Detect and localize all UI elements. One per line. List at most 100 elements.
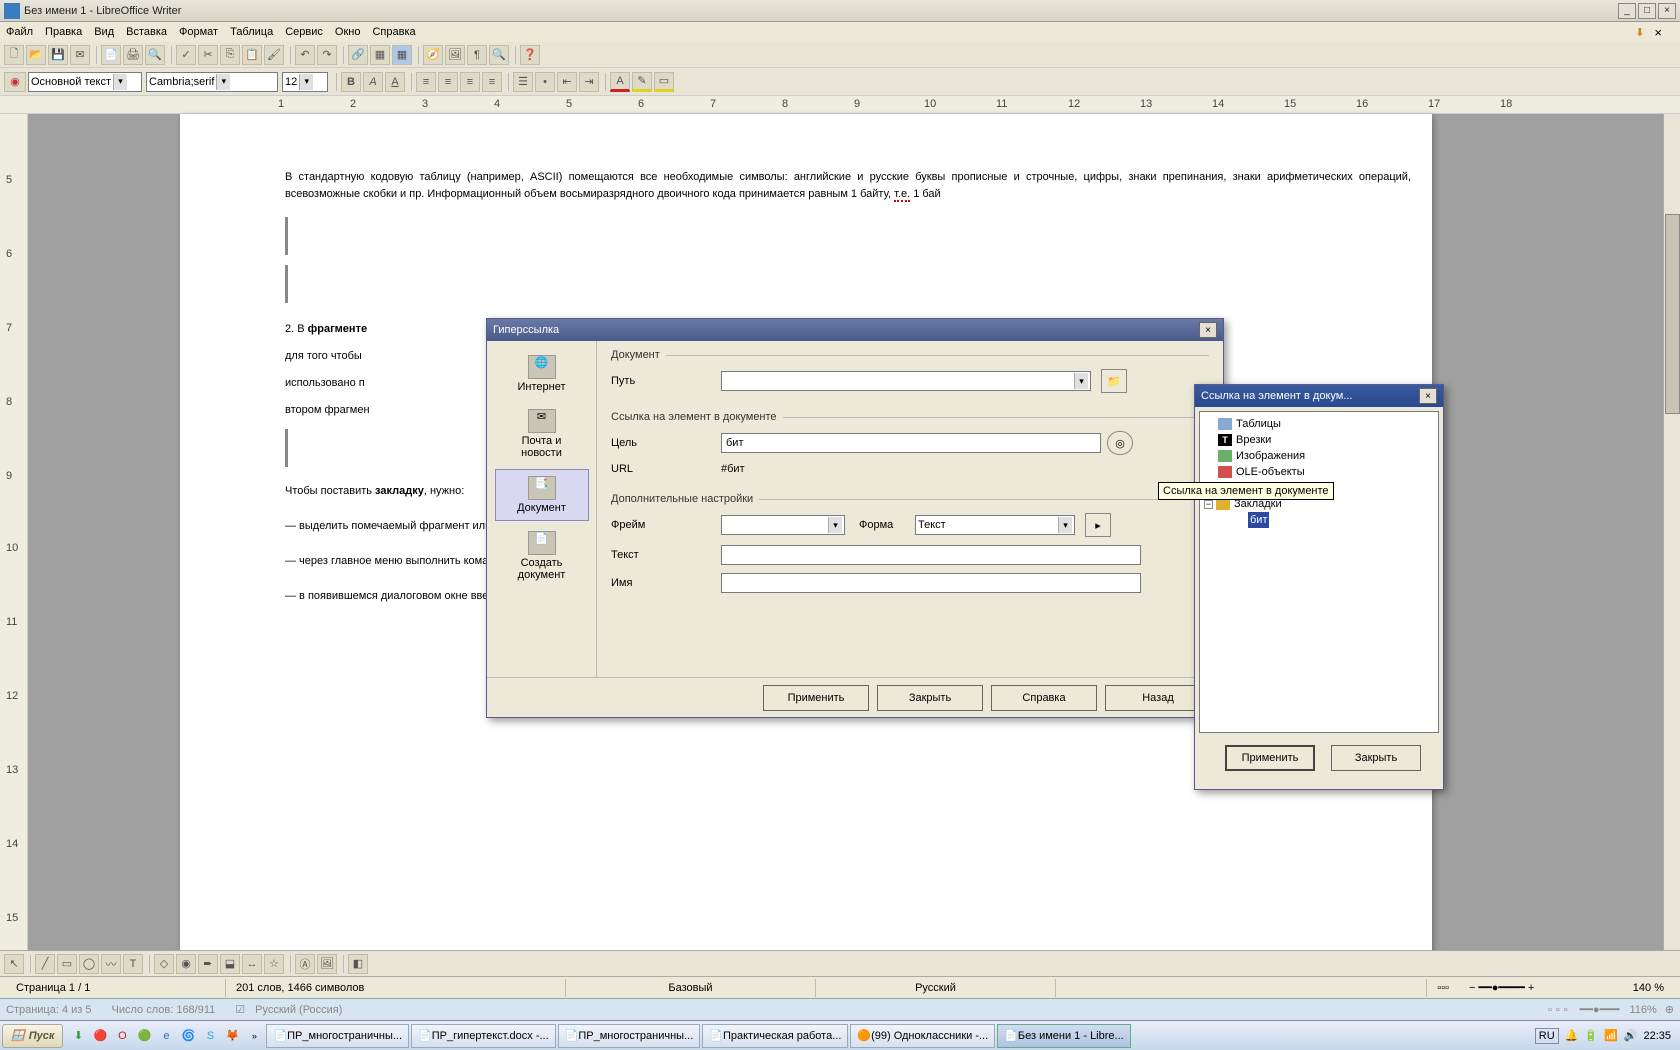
paragraph-style-combo[interactable]: Основной текст (28, 72, 142, 92)
new-icon[interactable]: 🗋 (4, 45, 24, 65)
scrollbar-thumb[interactable] (1665, 214, 1680, 414)
type-internet[interactable]: 🌐Интернет (495, 349, 589, 399)
curve-icon[interactable]: 〰 (101, 954, 121, 974)
italic-icon[interactable]: A (363, 72, 383, 92)
apply-button[interactable]: Применить (1225, 745, 1315, 771)
tray-lang[interactable]: RU (1535, 1028, 1559, 1044)
text-input[interactable] (721, 545, 1141, 565)
tray-time[interactable]: 22:35 (1643, 1030, 1671, 1042)
ql-app2-icon[interactable]: 🌀 (178, 1026, 198, 1046)
font-size-combo[interactable]: 12 (282, 72, 328, 92)
dialog-titlebar[interactable]: Гиперссылка × (487, 319, 1223, 341)
start-button[interactable]: 🪟 Пуск (2, 1024, 63, 1048)
type-document[interactable]: 📑Документ (495, 469, 589, 521)
maximize-button[interactable]: □ (1638, 3, 1656, 19)
pointer-icon[interactable]: ↖ (4, 954, 24, 974)
menu-view[interactable]: Вид (94, 26, 114, 38)
target-tree[interactable]: Таблицы TВрезки Изображения OLE-объекты … (1199, 411, 1439, 733)
nav-icon[interactable]: 🧭 (423, 45, 443, 65)
name-input[interactable] (721, 573, 1141, 593)
minimize-button[interactable]: _ (1618, 3, 1636, 19)
collapse-icon[interactable]: − (1204, 500, 1213, 509)
ql-ie-icon[interactable]: e (156, 1026, 176, 1046)
stars-icon[interactable]: ☆ (264, 954, 284, 974)
preview-icon[interactable]: 🔍 (145, 45, 165, 65)
task-item-2[interactable]: 📄 ПР_многостраничны... (558, 1024, 701, 1048)
ql-utorrent-icon[interactable]: ⬇ (68, 1026, 88, 1046)
tree-frames[interactable]: TВрезки (1204, 432, 1434, 448)
print-icon[interactable]: 🖨 (123, 45, 143, 65)
task-item-3[interactable]: 📄 Практическая работа... (702, 1024, 848, 1048)
indent-dec-icon[interactable]: ⇤ (557, 72, 577, 92)
close-button[interactable]: Закрыть (877, 685, 983, 711)
menu-tools[interactable]: Сервис (285, 26, 323, 38)
image-icon[interactable]: 🖼 (317, 954, 337, 974)
task-item-0[interactable]: 📄 ПР_многостраничны... (266, 1024, 409, 1048)
ql-skype-icon[interactable]: S (200, 1026, 220, 1046)
underline-icon[interactable]: A (385, 72, 405, 92)
tree-images[interactable]: Изображения (1204, 448, 1434, 464)
menu-format[interactable]: Формат (179, 26, 218, 38)
align-right-icon[interactable]: ≡ (460, 72, 480, 92)
tray-icon[interactable]: 🔋 (1584, 1029, 1598, 1042)
tray-icon[interactable]: 📶 (1604, 1029, 1618, 1042)
dialog-titlebar[interactable]: Ссылка на элемент в докум... × (1195, 385, 1443, 407)
frame-combo[interactable] (721, 515, 845, 535)
bullets-icon[interactable]: • (535, 72, 555, 92)
close-button[interactable]: Закрыть (1331, 745, 1421, 771)
font-color-icon[interactable]: A (610, 72, 630, 92)
status-lang[interactable]: Русский (816, 979, 1056, 997)
browse-folder-button[interactable]: 📁 (1101, 369, 1127, 393)
brush-icon[interactable]: 🖌 (264, 45, 284, 65)
dialog-close-button[interactable]: × (1199, 322, 1217, 338)
ql-chrome-icon[interactable]: 🔴 (90, 1026, 110, 1046)
spell-icon[interactable]: ✓ (176, 45, 196, 65)
paste-icon[interactable]: 📋 (242, 45, 262, 65)
pdf-icon[interactable]: 📄 (101, 45, 121, 65)
tree-bookmark-bit[interactable]: бит (1204, 512, 1434, 528)
apply-button[interactable]: Применить (763, 685, 869, 711)
ellipse-icon[interactable]: ◯ (79, 954, 99, 974)
menu-table[interactable]: Таблица (230, 26, 273, 38)
ql-more[interactable]: » (244, 1026, 264, 1046)
arrows-icon[interactable]: ➨ (198, 954, 218, 974)
grid-icon[interactable]: ▦ (392, 45, 412, 65)
type-mail[interactable]: ✉Почта и новости (495, 403, 589, 465)
rect-icon[interactable]: ▭ (57, 954, 77, 974)
indent-inc-icon[interactable]: ⇥ (579, 72, 599, 92)
font-name-combo[interactable]: Cambria;serif (146, 72, 278, 92)
redo-icon[interactable]: ↷ (317, 45, 337, 65)
tree-tables[interactable]: Таблицы (1204, 416, 1434, 432)
align-left-icon[interactable]: ≡ (416, 72, 436, 92)
target-input[interactable] (721, 433, 1101, 453)
menu-help[interactable]: Справка (372, 26, 415, 38)
update-icon[interactable]: ⬇ (1635, 26, 1644, 39)
highlight-icon[interactable]: ✎ (632, 72, 652, 92)
dialog-close-button[interactable]: × (1419, 388, 1437, 404)
close-doc-button[interactable]: × (1654, 25, 1662, 40)
menu-edit[interactable]: Правка (45, 26, 82, 38)
menu-file[interactable]: Файл (6, 26, 33, 38)
type-new-document[interactable]: 📄Создать документ (495, 525, 589, 587)
ql-app1-icon[interactable]: 🟢 (134, 1026, 154, 1046)
help-icon[interactable]: ❓ (520, 45, 540, 65)
gallery-icon[interactable]: 🖼 (445, 45, 465, 65)
link-icon[interactable]: 🔗 (348, 45, 368, 65)
path-combo[interactable] (721, 371, 1091, 391)
cut-icon[interactable]: ✂ (198, 45, 218, 65)
email-icon[interactable]: ✉ (70, 45, 90, 65)
status-zoom[interactable]: 140 % (1619, 979, 1674, 997)
task-item-1[interactable]: 📄 ПР_гипертекст.docx -... (411, 1024, 556, 1048)
save-icon[interactable]: 💾 (48, 45, 68, 65)
flow-icon[interactable]: ⬓ (220, 954, 240, 974)
vertical-scrollbar[interactable] (1663, 114, 1680, 994)
target-browse-button[interactable]: ◎ (1107, 431, 1133, 455)
align-justify-icon[interactable]: ≡ (482, 72, 502, 92)
tree-ole[interactable]: OLE-объекты (1204, 464, 1434, 480)
open-icon[interactable]: 📂 (26, 45, 46, 65)
status-view-icons[interactable]: ▫▫▫ (1427, 979, 1459, 997)
textbox-icon[interactable]: T (123, 954, 143, 974)
menu-window[interactable]: Окно (335, 26, 361, 38)
close-button[interactable]: × (1658, 3, 1676, 19)
connectors-icon[interactable]: ↔ (242, 954, 262, 974)
